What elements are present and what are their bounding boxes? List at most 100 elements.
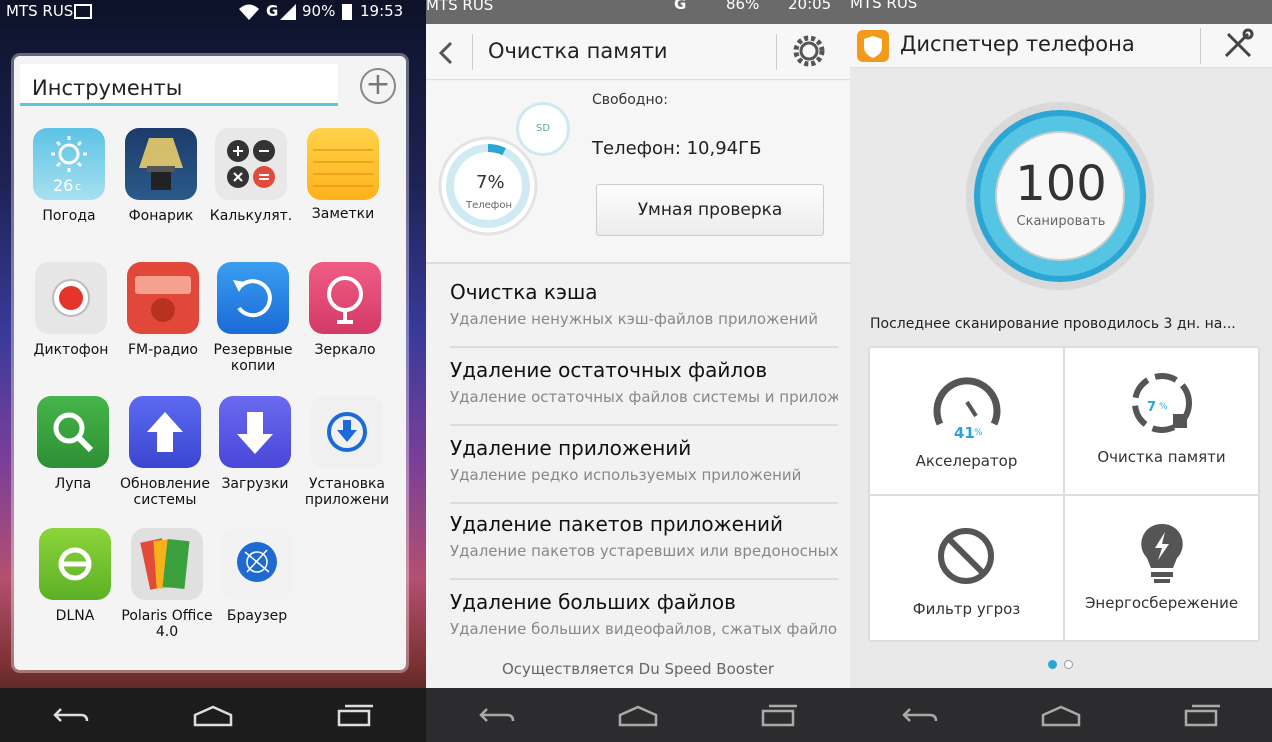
install-icon (311, 396, 383, 468)
app-notes[interactable]: Заметки (296, 128, 390, 222)
app-magnifier[interactable]: Лупа (26, 396, 120, 492)
download-icon (219, 396, 291, 468)
battery-icon (342, 4, 352, 20)
status-bar: MTS RUS G 90% 19:53 (0, 0, 426, 24)
status-bar: MTS RUS (850, 0, 1272, 24)
weather-temperature: 26 (53, 176, 74, 195)
app-system-update[interactable]: Обновление системы (118, 396, 212, 508)
app-flashlight[interactable]: Фонарик (114, 128, 208, 224)
item-title: Удаление пакетов приложений (450, 512, 784, 536)
tile-threat-filter[interactable]: Фильтр угроз (870, 496, 1063, 640)
tile-accelerator[interactable]: 41 % Акселератор (870, 348, 1063, 494)
network-type-label: G (674, 0, 687, 13)
nav-bar (0, 688, 426, 742)
magnifier-icon (37, 396, 109, 468)
page-title: Диспетчер телефона (900, 32, 1135, 56)
clock: 20:05 (788, 0, 832, 13)
app-calculator[interactable]: Калькулят. (204, 128, 298, 224)
app-label: Диктофон (33, 342, 109, 358)
battery-percent: 90% (302, 2, 336, 20)
home-button[interactable] (1031, 695, 1091, 735)
home-icon (1041, 705, 1081, 727)
back-button[interactable] (467, 695, 527, 735)
app-recorder[interactable]: Диктофон (24, 262, 118, 358)
item-subtitle: Удаление ненужных кэш-файлов приложений (450, 310, 819, 328)
weather-unit: c (75, 180, 82, 193)
bulb-icon (1141, 523, 1183, 583)
item-subtitle: Удаление пакетов устаревших или вредонос… (450, 542, 838, 560)
image-notification-icon (74, 4, 92, 19)
phone-free-space: Телефон: 10,94ГБ (592, 138, 762, 159)
accelerator-value: 41 (954, 424, 975, 442)
list-item-cache[interactable]: Очистка кэша Удаление ненужных кэш-файлов… (450, 270, 838, 348)
recents-button[interactable] (749, 695, 809, 735)
home-screen-folder-panel: MTS RUS G 90% 19:53 Инструменты + 26 c П… (0, 0, 426, 742)
home-button[interactable] (608, 695, 668, 735)
list-item-large-files[interactable]: Удаление больших файлов Удаление больших … (450, 580, 838, 658)
app-mirror[interactable]: Зеркало (298, 262, 392, 358)
list-item-apps[interactable]: Удаление приложений Удаление редко исполь… (450, 426, 838, 504)
recents-icon (1184, 704, 1220, 727)
back-button[interactable] (41, 695, 101, 735)
sd-card-ring: SD (516, 102, 570, 156)
recents-button[interactable] (1172, 695, 1232, 735)
add-app-button[interactable]: + (360, 68, 396, 104)
item-subtitle: Удаление редко используемых приложений (450, 466, 802, 484)
weather-icon: 26 c (33, 128, 105, 200)
memory-unit: % (1159, 402, 1168, 412)
radio-icon (127, 262, 199, 334)
divider (776, 34, 777, 70)
app-label: Установка приложени (304, 476, 390, 508)
app-label: Загрузки (221, 476, 289, 492)
app-install[interactable]: Установка приложени (300, 396, 394, 508)
flashlight-icon (125, 128, 197, 200)
tile-power-saving[interactable]: Энергосбережение (1065, 496, 1258, 640)
item-title: Удаление больших файлов (450, 590, 736, 614)
tile-memory-cleanup[interactable]: 7 % Очистка памяти (1065, 348, 1258, 494)
carrier-label: MTS RUS (850, 0, 918, 12)
page-dot-active (1048, 660, 1057, 669)
page-indicator (1046, 660, 1076, 670)
browser-icon (221, 528, 293, 600)
app-weather[interactable]: 26 c Погода (22, 128, 116, 224)
tile-label: Энергосбережение (1084, 594, 1239, 612)
list-item-residual[interactable]: Удаление остаточных файлов Удаление остат… (450, 348, 838, 426)
memory-value: 7 (1147, 400, 1157, 415)
back-button[interactable] (890, 695, 950, 735)
wrench-icon[interactable] (1222, 28, 1254, 60)
item-title: Очистка кэша (450, 280, 598, 304)
recents-icon (337, 704, 373, 727)
home-icon (193, 705, 233, 727)
back-arrow-icon[interactable] (436, 40, 456, 66)
smart-check-button[interactable]: Умная проверка (596, 184, 824, 236)
recents-button[interactable] (325, 695, 385, 735)
gear-icon[interactable] (792, 34, 826, 68)
app-backup[interactable]: Резервные копии (206, 262, 300, 374)
app-label: Зеркало (314, 342, 376, 358)
app-label: Калькулят. (209, 208, 293, 224)
shield-icon (857, 30, 889, 62)
app-dlna[interactable]: DLNA (28, 528, 122, 624)
back-icon (53, 708, 89, 722)
app-label: Заметки (311, 206, 375, 222)
list-item-packages[interactable]: Удаление пакетов приложений Удаление паке… (450, 502, 838, 580)
dlna-icon (39, 528, 111, 600)
phone-usage-percent: 7% (476, 172, 505, 193)
app-fm-radio[interactable]: FM-радио (116, 262, 210, 358)
nav-bar (850, 688, 1272, 742)
tile-label: Акселератор (915, 452, 1018, 470)
phone-usage-label: Телефон (466, 200, 513, 211)
app-label: DLNA (55, 608, 95, 624)
mirror-icon (309, 262, 381, 334)
app-browser[interactable]: Браузер (210, 528, 304, 624)
folder-title[interactable]: Инструменты (20, 64, 338, 106)
app-polaris-office[interactable]: Polaris Office 4.0 (120, 528, 214, 640)
divider (1200, 28, 1201, 64)
tile-label: Очистка памяти (1097, 448, 1226, 466)
home-button[interactable] (183, 695, 243, 735)
speedometer-icon (933, 377, 1001, 426)
back-icon (902, 708, 938, 722)
recorder-icon (35, 262, 107, 334)
app-downloads[interactable]: Загрузки (208, 396, 302, 492)
signal-icon (280, 4, 296, 20)
